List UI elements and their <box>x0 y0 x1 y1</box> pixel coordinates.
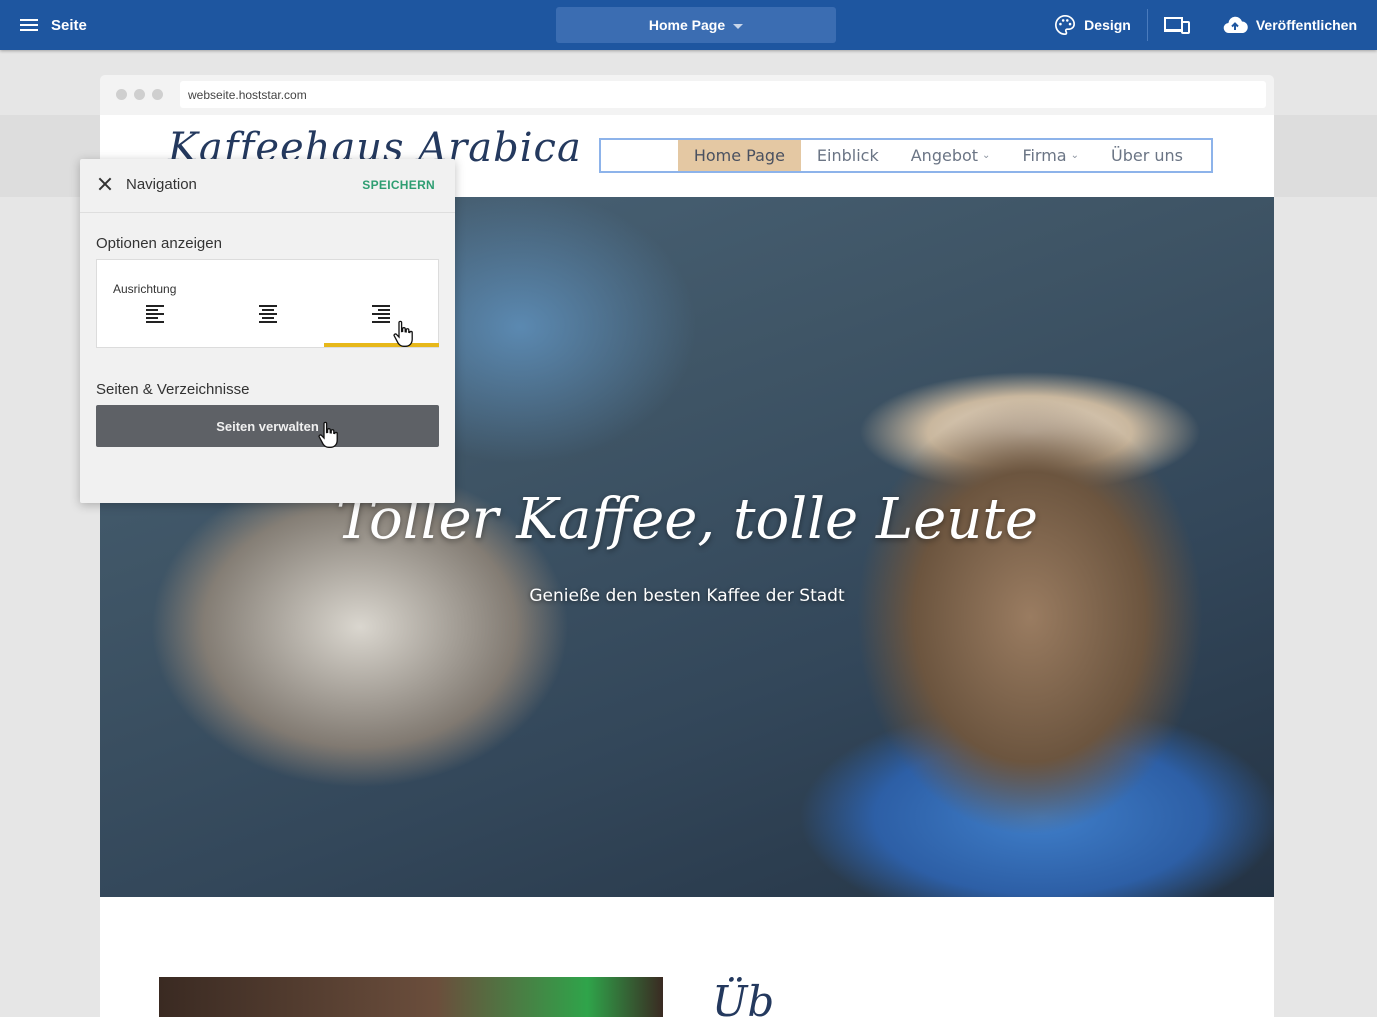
alignment-options: Ausrichtung <box>96 259 439 348</box>
options-section-title: Optionen anzeigen <box>96 235 222 252</box>
design-button[interactable]: Design <box>1038 0 1147 50</box>
editor-topbar: Seite Home Page Design Veröffentlichen <box>0 0 1377 50</box>
page-selector[interactable]: Home Page <box>556 7 836 43</box>
device-preview-button[interactable] <box>1148 0 1206 50</box>
manage-pages-label: Seiten verwalten <box>216 418 319 434</box>
nav-item-home[interactable]: Home Page <box>677 140 801 171</box>
hand-cursor-icon <box>318 421 338 448</box>
align-left-icon[interactable] <box>146 305 164 323</box>
publish-label: Veröffentlichen <box>1255 17 1357 33</box>
align-right-icon[interactable] <box>372 305 390 323</box>
navigation-settings-panel: Navigation SPEICHERN Optionen anzeigen A… <box>80 159 455 503</box>
chevron-down-icon: ⌄ <box>1070 150 1079 161</box>
page-menu-button[interactable]: Seite <box>20 0 87 50</box>
panel-header: Navigation SPEICHERN <box>80 159 455 213</box>
palette-icon <box>1055 15 1076 35</box>
url-bar: webseite.hoststar.com <box>180 81 1266 108</box>
hamburger-icon <box>20 18 38 32</box>
nav-item-einblick[interactable]: Einblick <box>801 140 895 171</box>
publish-button[interactable]: Veröffentlichen <box>1206 0 1373 50</box>
hand-cursor-icon <box>393 320 413 347</box>
pages-section-title: Seiten & Verzeichnisse <box>96 381 250 398</box>
close-icon[interactable] <box>98 177 112 191</box>
panel-title: Navigation <box>126 176 197 193</box>
section-heading: Üb <box>712 977 775 1017</box>
nav-item-label: Home Page <box>693 146 785 165</box>
nav-item-angebot[interactable]: Angebot ⌄ <box>895 140 1007 171</box>
nav-item-firma[interactable]: Firma ⌄ <box>1006 140 1095 171</box>
nav-item-label: Angebot <box>910 146 979 165</box>
align-center-icon[interactable] <box>259 305 277 323</box>
current-page-label: Home Page <box>648 17 726 33</box>
manage-pages-button[interactable]: Seiten verwalten <box>96 405 439 447</box>
page-menu-label: Seite <box>51 16 87 34</box>
chevron-down-icon: ⌄ <box>982 150 991 161</box>
caret-down-icon <box>733 23 744 29</box>
alignment-label: Ausrichtung <box>113 282 177 296</box>
window-dots <box>116 89 163 100</box>
selected-alignment-indicator <box>324 343 439 347</box>
section-photo <box>159 977 663 1017</box>
save-button[interactable]: SPEICHERN <box>362 178 435 192</box>
browser-frame: webseite.hoststar.com <box>100 75 1274 115</box>
site-navigation[interactable]: Home Page Einblick Angebot ⌄ Firma ⌄ Über … <box>599 138 1213 173</box>
hero-subtitle: Genieße den besten Kaffee der Stadt <box>529 586 845 606</box>
nav-item-ueber-uns[interactable]: Über uns <box>1095 140 1199 171</box>
design-label: Design <box>1084 17 1131 33</box>
nav-item-label: Über uns <box>1111 146 1183 165</box>
devices-icon <box>1163 17 1190 34</box>
nav-item-label: Einblick <box>816 146 879 165</box>
cloud-upload-icon <box>1223 16 1248 34</box>
nav-item-label: Firma <box>1022 146 1067 165</box>
